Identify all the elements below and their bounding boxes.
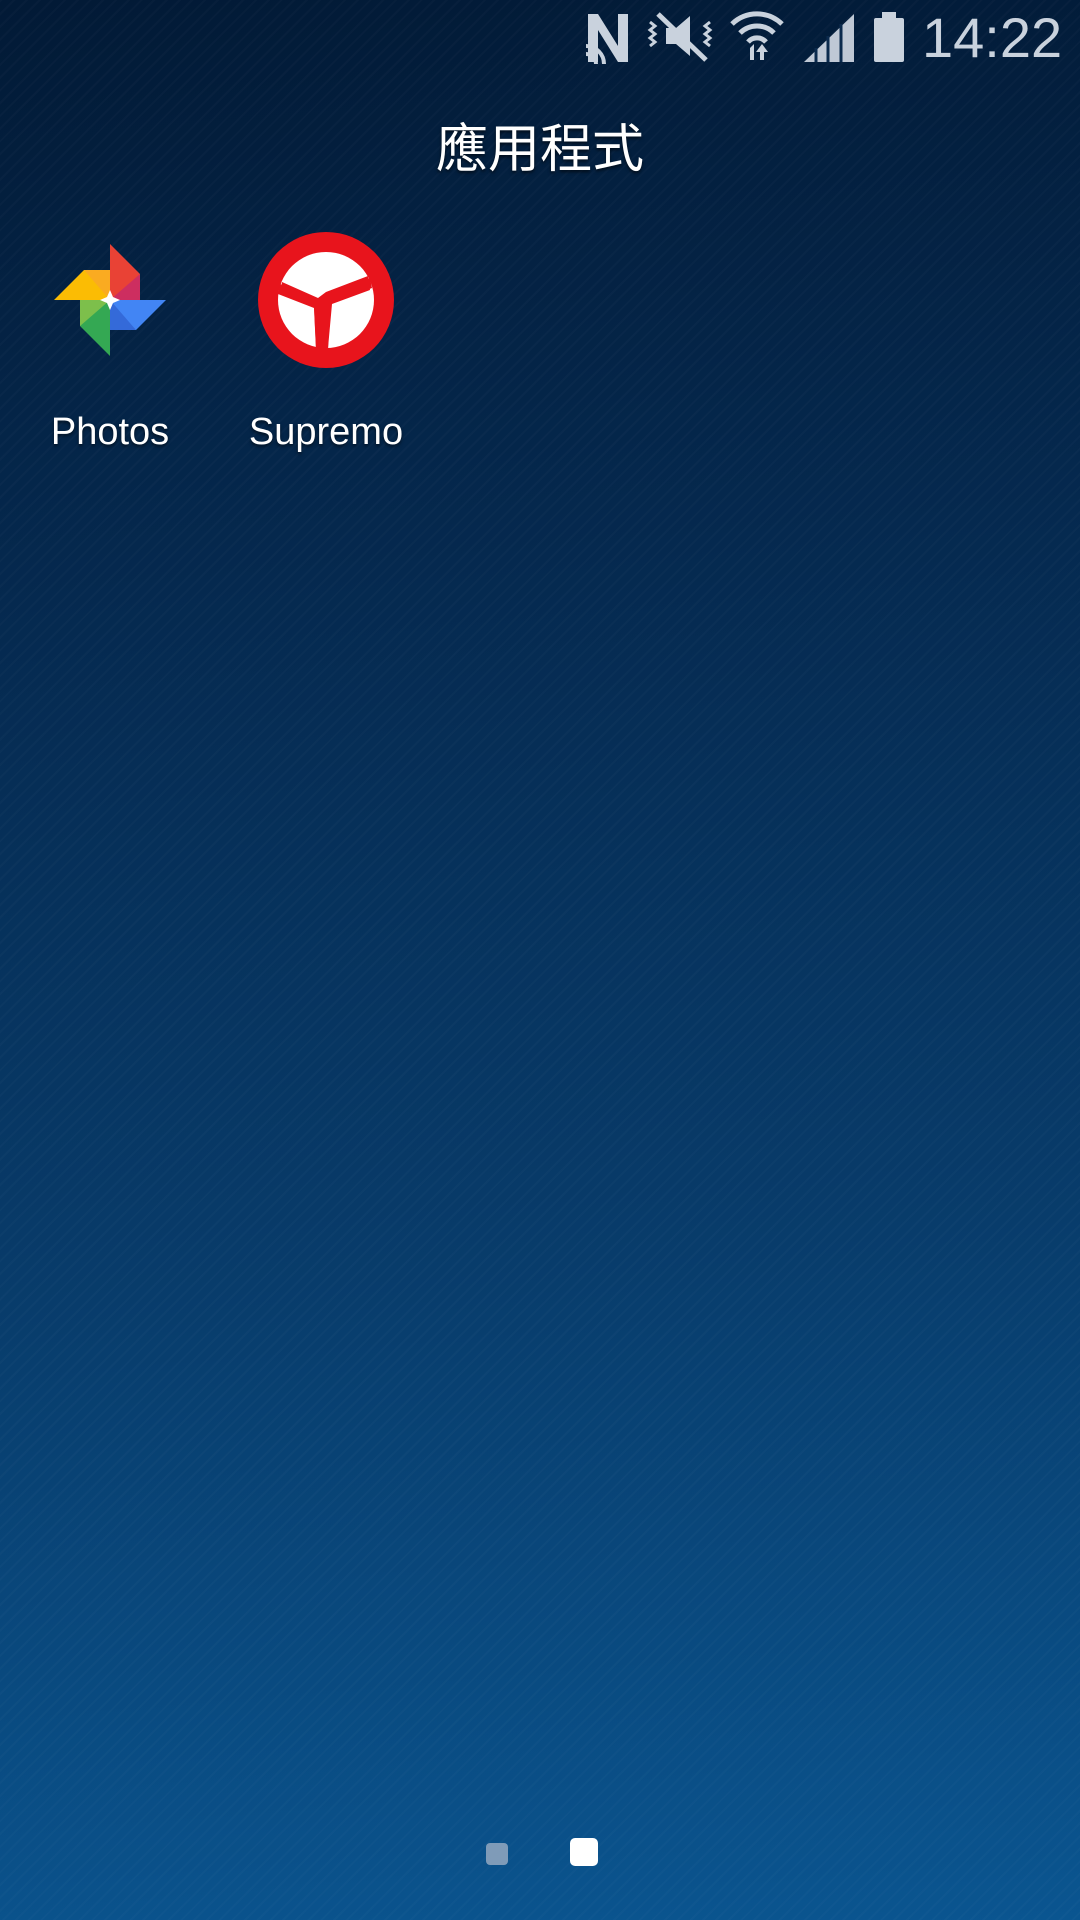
mute-vibrate-icon bbox=[644, 8, 718, 64]
page-indicator bbox=[0, 1838, 1080, 1868]
app-supremo[interactable]: Supremo bbox=[218, 232, 434, 462]
battery-icon bbox=[872, 8, 906, 64]
page-dot-2-active[interactable] bbox=[570, 1838, 598, 1866]
status-bar: 14:22 bbox=[0, 0, 1080, 78]
page-dot-1[interactable] bbox=[486, 1843, 508, 1865]
google-photos-icon[interactable] bbox=[42, 232, 178, 368]
supremo-icon[interactable] bbox=[258, 232, 394, 368]
status-clock: 14:22 bbox=[922, 6, 1063, 69]
wifi-icon bbox=[728, 8, 786, 64]
app-label-supremo: Supremo bbox=[248, 411, 404, 453]
app-photos[interactable]: Photos bbox=[2, 232, 218, 462]
folder-title[interactable]: 應用程式 bbox=[0, 110, 1080, 190]
nfc-icon bbox=[584, 8, 632, 64]
app-label-photos: Photos bbox=[50, 411, 170, 453]
signal-icon bbox=[802, 8, 856, 64]
